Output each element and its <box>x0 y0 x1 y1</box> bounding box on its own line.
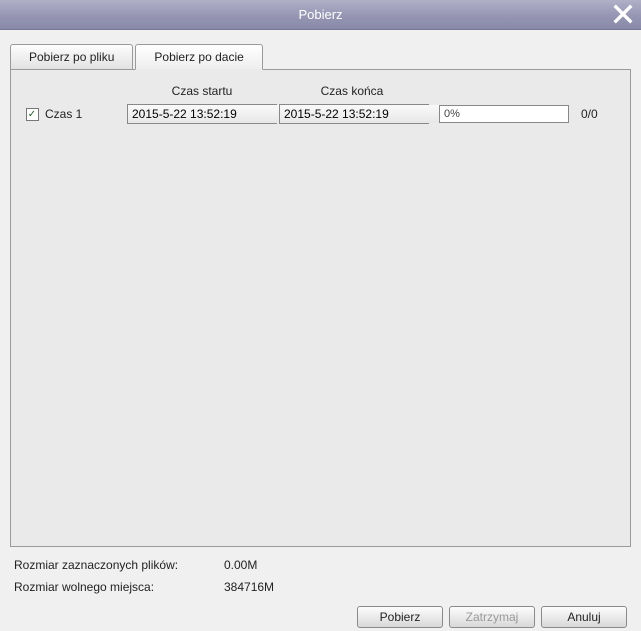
free-space-label: Rozmiar wolnego miejsca: <box>14 580 224 594</box>
end-datetime-input[interactable] <box>280 105 443 123</box>
header-start-time: Czas startu <box>127 84 277 98</box>
time-1-checkbox[interactable]: ✓ <box>26 108 39 121</box>
content-panel: Czas startu Czas końca ✓ Czas 1 0% 0/0 <box>10 69 631 547</box>
titlebar: Pobierz <box>0 0 641 30</box>
progress-text: 0% <box>444 108 460 120</box>
progress-bar: 0% <box>439 105 569 123</box>
selected-size-label: Rozmiar zaznaczonych plików: <box>14 558 224 572</box>
start-datetime-field <box>127 104 277 124</box>
column-headers: Czas startu Czas końca <box>19 84 622 98</box>
window-title: Pobierz <box>0 7 641 22</box>
time-1-label: Czas 1 <box>45 107 127 121</box>
cancel-button[interactable]: Anuluj <box>541 606 627 628</box>
header-end-time: Czas końca <box>277 84 427 98</box>
free-space-value: 384716M <box>224 580 274 594</box>
close-icon[interactable] <box>613 4 633 24</box>
download-button[interactable]: Pobierz <box>357 606 443 628</box>
stop-button[interactable]: Zatrzymaj <box>449 606 535 628</box>
end-datetime-field <box>279 104 429 124</box>
count-text: 0/0 <box>581 107 598 121</box>
tab-download-by-date[interactable]: Pobierz po dacie <box>135 44 262 70</box>
time-row-1: ✓ Czas 1 0% 0/0 <box>19 104 622 124</box>
tab-bar: Pobierz po pliku Pobierz po dacie <box>0 30 641 70</box>
start-datetime-input[interactable] <box>128 105 291 123</box>
footer-info: Rozmiar zaznaczonych plików: 0.00M Rozmi… <box>0 548 641 594</box>
selected-size-value: 0.00M <box>224 558 257 572</box>
button-bar: Pobierz Zatrzymaj Anuluj <box>0 602 641 628</box>
tab-download-by-file[interactable]: Pobierz po pliku <box>10 44 133 70</box>
